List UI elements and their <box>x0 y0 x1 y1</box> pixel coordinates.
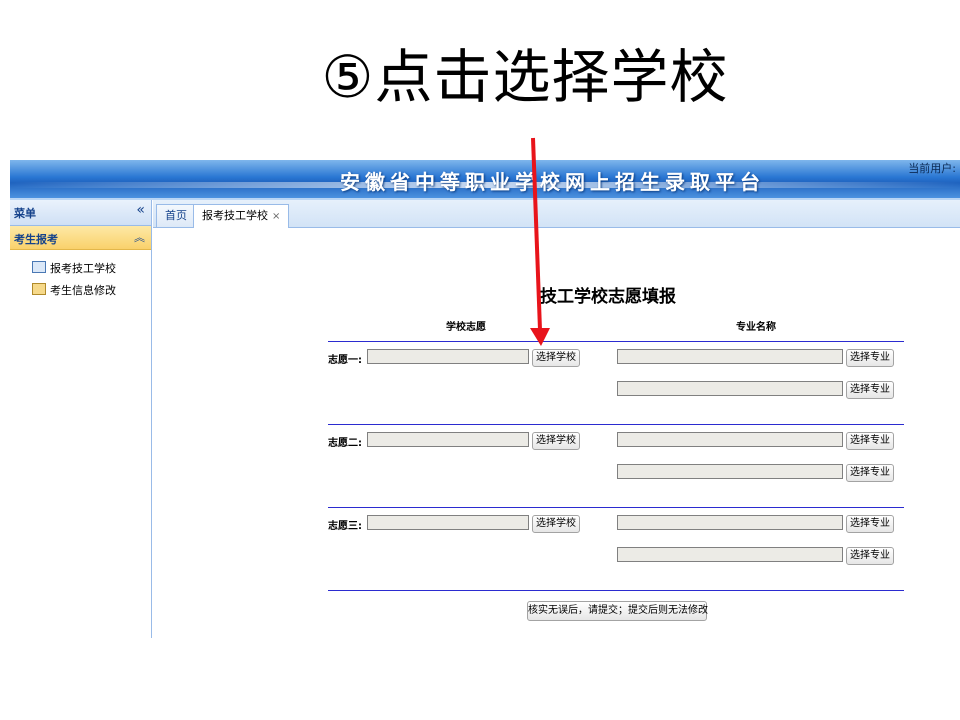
annotation-arrow <box>530 137 550 346</box>
arrow-shaft <box>531 137 542 331</box>
arrow-head <box>530 328 550 346</box>
